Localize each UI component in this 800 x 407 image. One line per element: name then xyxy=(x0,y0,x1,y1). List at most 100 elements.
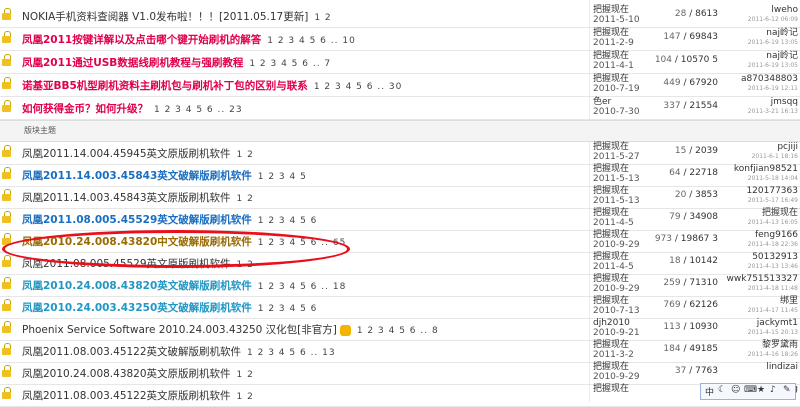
last-post-user[interactable]: jackymt1 xyxy=(720,318,798,328)
last-post-user[interactable]: jmsqq xyxy=(720,97,798,107)
thread-page-links[interactable]: 1 2 3 4 5 6 .. 13 xyxy=(247,348,336,358)
reply-view-counts: 184 / 49185 xyxy=(630,344,718,354)
last-post-time: 2011-4-18 22:36 xyxy=(747,241,798,248)
last-post-user[interactable]: naj岭记 xyxy=(720,28,798,38)
thread-page-links[interactable]: 1 2 3 4 5 6 xyxy=(258,304,318,314)
lock-icon xyxy=(2,77,11,89)
last-post-user[interactable]: lweho xyxy=(720,5,798,15)
last-post-user[interactable]: a870348803 xyxy=(720,74,798,84)
last-post-cell: pcjiji 2011-6-1 18:16 xyxy=(720,142,798,162)
lock-body xyxy=(2,59,11,66)
thread-title-link[interactable]: 凤凰2011.14.003.45843英文破解版刷机软件 xyxy=(22,170,252,182)
last-post-cell: naj岭记 2011-6-19 13:05 xyxy=(720,51,798,71)
last-post-time: 2011-4-13 16:05 xyxy=(747,219,798,226)
thread-row: 凤凰2011.14.004.45945英文原版刷机软件 1 2 把握现在 2011-5… xyxy=(0,142,800,165)
thread-page-links[interactable]: 1 2 xyxy=(237,150,254,160)
last-post-user[interactable]: naj岭记 xyxy=(720,51,798,61)
thread-page-links[interactable]: 1 2 3 4 5 6 .. 23 xyxy=(154,105,243,115)
thread-title-cell: 凤凰2010.24.008.43820中文破解版刷机软件 1 2 3 4 5 6 … xyxy=(22,234,346,249)
thread-title-link[interactable]: NOKIA手机资料查阅器 V1.0发布啦！！！[2011.05.17更新] xyxy=(22,11,308,23)
thread-page-links[interactable]: 1 2 3 4 5 xyxy=(258,172,307,182)
lock-body xyxy=(2,392,11,399)
reply-count: 113 xyxy=(663,322,681,332)
thread-page-links[interactable]: 1 2 xyxy=(237,370,254,380)
view-count: 67920 xyxy=(689,78,718,88)
last-post-user[interactable]: feng9166 xyxy=(720,230,798,240)
thread-title-link[interactable]: 凤凰2011.08.005.45529英文破解版刷机软件 xyxy=(22,214,252,226)
ime-button-2[interactable]: ☺ xyxy=(731,385,740,395)
last-post-cell: 把握现在 2011-4-13 16:05 xyxy=(720,208,798,228)
count-separator: / xyxy=(686,9,696,19)
reply-view-counts: 37 / 7763 xyxy=(630,366,718,376)
ime-button-1[interactable]: ☾ xyxy=(718,385,726,395)
thread-page-links[interactable]: 1 2 3 4 5 6 xyxy=(258,216,318,226)
thread-row: 凤凰2011.08.003.45122英文破解版刷机软件 1 2 3 4 5 6 … xyxy=(0,340,800,363)
thread-title-cell: 凤凰2010.24.008.43820英文原版刷机软件 1 2 xyxy=(22,366,254,381)
ime-button-3[interactable]: ⌨ xyxy=(744,385,757,395)
lock-body xyxy=(2,82,11,89)
reply-view-counts: 259 / 71310 xyxy=(630,278,718,288)
reply-view-counts: 147 / 69843 xyxy=(630,32,718,42)
ime-button-6[interactable]: ✎ xyxy=(783,385,791,395)
thread-title-link[interactable]: 凤凰2011通过USB数据线刷机教程与强刷教程 xyxy=(22,57,243,69)
thread-page-links[interactable]: 1 2 3 4 5 6 .. 30 xyxy=(314,82,403,92)
thread-title-link[interactable]: 诺基亚BB5机型刷机资料主刷机包与刷机补丁包的区别与联系 xyxy=(22,80,308,92)
thread-title-link[interactable]: 如何获得金币？如何升级？ xyxy=(22,103,148,115)
thread-page-links[interactable]: 1 2 xyxy=(237,392,254,402)
last-post-time: 2011-4-18 11:48 xyxy=(747,285,798,292)
thread-title-link[interactable]: 凤凰2010.24.008.43820英文破解版刷机软件 xyxy=(22,280,252,292)
thread-title-cell: 凤凰2011.14.003.45843英文原版刷机软件 1 2 xyxy=(22,190,254,205)
thread-title-link[interactable]: 凤凰2011.08.005.45529英文原版刷机软件 xyxy=(22,258,231,270)
last-post-user[interactable]: 黎罗黛雨 xyxy=(720,340,798,350)
thread-page-links[interactable]: 1 2 3 4 5 6 .. 65 xyxy=(258,238,347,248)
count-separator: / xyxy=(672,55,681,65)
thread-title-cell: 诺基亚BB5机型刷机资料主刷机包与刷机补丁包的区别与联系 1 2 3 4 5 6 … xyxy=(22,78,402,93)
thread-page-links[interactable]: 1 2 3 4 5 6 .. 18 xyxy=(258,282,347,292)
ime-button-4[interactable]: ★ xyxy=(757,385,765,395)
last-post-user[interactable]: 把握现在 xyxy=(720,208,798,218)
lock-icon xyxy=(2,145,11,157)
thread-row: 凤凰2010.24.008.43820中文破解版刷机软件 1 2 3 4 5 6 … xyxy=(0,230,800,253)
last-post-user[interactable]: pcjiji xyxy=(720,142,798,152)
view-count: 10142 xyxy=(689,256,718,266)
last-post-user[interactable]: 120177363 xyxy=(720,186,798,196)
thread-title-link[interactable]: 凤凰2011.08.003.45122英文原版刷机软件 xyxy=(22,390,231,402)
thread-title-link[interactable]: Phoenix Service Software 2010.24.003.432… xyxy=(22,324,337,336)
thread-title-link[interactable]: 凤凰2010.24.008.43820英文原版刷机软件 xyxy=(22,368,231,380)
thread-page-links[interactable]: 1 2 xyxy=(314,13,331,23)
thread-title-cell: 凤凰2011通过USB数据线刷机教程与强刷教程 1 2 3 4 5 6 .. 7 xyxy=(22,55,331,70)
last-post-cell: 绑里 2011-4-17 11:45 xyxy=(720,296,798,316)
view-count: 10930 xyxy=(689,322,718,332)
ime-button-5[interactable]: ♪ xyxy=(770,385,776,395)
ime-toolbar[interactable]: 中 ☾ ☺ ⌨ ★ ♪ ✎ xyxy=(700,383,796,400)
thread-title-link[interactable]: 凤凰2011.08.003.45122英文破解版刷机软件 xyxy=(22,346,241,358)
thread-page-links[interactable]: 1 2 3 4 5 6 .. 7 xyxy=(249,59,331,69)
last-post-user[interactable]: 50132913 xyxy=(720,252,798,262)
thread-page-links[interactable]: 1 2 xyxy=(237,260,254,270)
last-post-cell: a870348803 2011-6-19 12:11 xyxy=(720,74,798,94)
thread-title-cell: 凤凰2010.24.003.43250英文破解版刷机软件 1 2 3 4 5 6 xyxy=(22,300,317,315)
thread-title-link[interactable]: 凤凰2010.24.003.43250英文破解版刷机软件 xyxy=(22,302,252,314)
thread-title-link[interactable]: 凤凰2011.14.003.45843英文原版刷机软件 xyxy=(22,192,231,204)
author-name[interactable]: 把握现在 xyxy=(593,384,663,394)
thread-page-links[interactable]: 1 2 3 4 5 6 .. 8 xyxy=(357,326,439,336)
lock-icon xyxy=(2,8,11,20)
view-count: 8613 xyxy=(695,9,718,19)
ime-button-0[interactable]: 中 xyxy=(705,385,714,398)
thread-row: 凤凰2011.14.003.45843英文原版刷机软件 1 2 把握现在 2011-5… xyxy=(0,186,800,209)
thread-title-cell: 凤凰2011.08.005.45529英文破解版刷机软件 1 2 3 4 5 6 xyxy=(22,212,317,227)
lock-body xyxy=(2,150,11,157)
last-post-user[interactable]: 绑里 xyxy=(720,296,798,306)
thread-title-link[interactable]: 凤凰2011.14.004.45945英文原版刷机软件 xyxy=(22,148,231,160)
thread-title-link[interactable]: 凤凰2010.24.008.43820中文破解版刷机软件 xyxy=(22,236,252,248)
view-count: 10570 5 xyxy=(680,55,718,65)
reply-view-counts: 18 / 10142 xyxy=(630,256,718,266)
last-post-user[interactable]: konfjian98521 xyxy=(720,164,798,174)
thread-page-links[interactable]: 1 2 3 4 5 6 .. 10 xyxy=(267,36,356,46)
thread-row: NOKIA手机资料查阅器 V1.0发布啦！！！[2011.05.17更新] 1 2… xyxy=(0,5,800,28)
last-post-user[interactable]: lindizai xyxy=(720,362,798,372)
reply-view-counts: 973 / 19867 3 xyxy=(630,234,718,244)
thread-page-links[interactable]: 1 2 xyxy=(237,194,254,204)
thread-title-link[interactable]: 凤凰2011按键详解以及点击哪个键开始刷机的解答 xyxy=(22,34,261,46)
last-post-user[interactable]: wwk751513327 xyxy=(720,274,798,284)
